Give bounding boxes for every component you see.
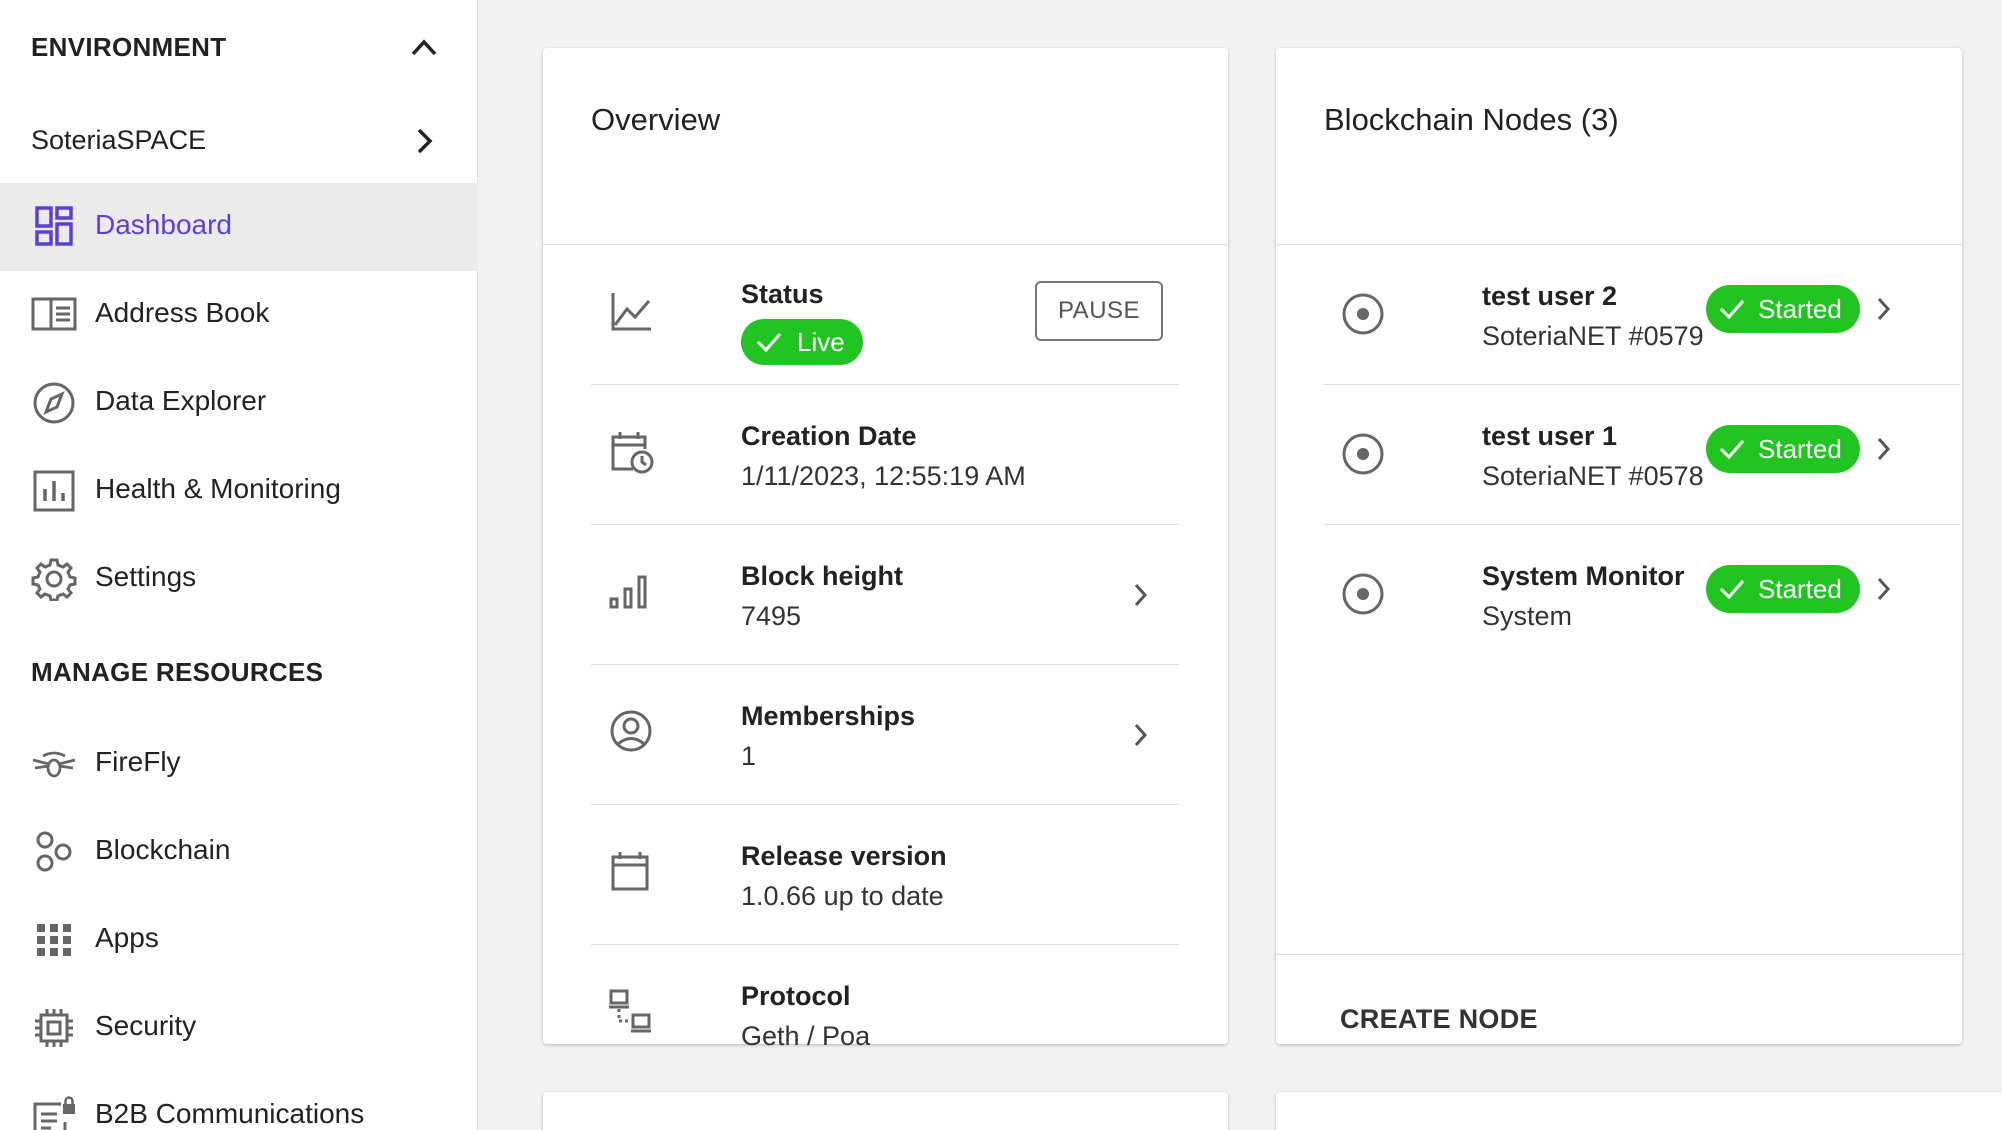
line-chart-icon xyxy=(611,293,651,331)
sidebar-item-settings[interactable]: Settings xyxy=(0,535,478,623)
creation-date-value: 1/11/2023, 12:55:19 AM xyxy=(741,461,1026,491)
calendar-clock-icon xyxy=(611,432,654,474)
node-name: System Monitor xyxy=(1482,561,1685,591)
status-badge-text: Live xyxy=(797,327,845,357)
compass-icon xyxy=(33,382,75,424)
pause-button[interactable]: PAUSE xyxy=(1035,281,1163,341)
check-icon xyxy=(1719,440,1745,460)
calendar-icon xyxy=(611,852,649,891)
sidebar-item-address-book[interactable]: Address Book xyxy=(0,271,478,359)
chevron-right-icon[interactable] xyxy=(1876,295,1892,323)
sidebar-item-health-monitoring[interactable]: Health & Monitoring xyxy=(0,447,478,535)
release-version-row: Release version 1.0.66 up to date xyxy=(591,805,1179,945)
node-network: SoteriaNET #0578 xyxy=(1482,461,1704,491)
user-circle-icon xyxy=(610,710,652,752)
status-badge: Started xyxy=(1706,425,1860,473)
sidebar-item-label: Dashboard xyxy=(95,209,232,240)
chevron-right-icon[interactable] xyxy=(1133,581,1149,609)
environment-name: SoteriaSPACE xyxy=(31,125,207,155)
sidebar-item-label: Address Book xyxy=(95,297,270,328)
status-badge: Started xyxy=(1706,285,1860,333)
memberships-label: Memberships xyxy=(741,701,916,731)
status-badge-text: Started xyxy=(1758,574,1842,604)
sidebar-item-firefly[interactable]: FireFly xyxy=(0,720,478,808)
signal-bars-icon xyxy=(609,575,647,609)
memberships-value: 1 xyxy=(741,741,757,771)
blockchain-nodes-card: Blockchain Nodes (3) test user 2 Soteria… xyxy=(1276,48,1962,1044)
block-height-row[interactable]: Block height 7495 xyxy=(591,525,1179,665)
creation-date-row: Creation Date 1/11/2023, 12:55:19 AM xyxy=(591,385,1179,525)
sidebar-item-label: Settings xyxy=(95,561,197,592)
sidebar-item-label: B2B Communications xyxy=(95,1098,365,1129)
manage-resources-header: MANAGE RESOURCES xyxy=(31,657,324,687)
block-height-label: Block height xyxy=(741,561,904,591)
status-badge-text: Started xyxy=(1758,294,1842,324)
protocol-row: Protocol Geth / Poa xyxy=(591,945,1179,1085)
node-network: SoteriaNET #0579 xyxy=(1482,321,1704,351)
dashboard-icon xyxy=(35,206,73,246)
address-book-icon xyxy=(31,297,77,331)
network-icon xyxy=(609,989,651,1033)
chevron-right-icon xyxy=(417,128,433,154)
sidebar-item-apps[interactable]: Apps xyxy=(0,896,478,984)
release-version-value: 1.0.66 up to date xyxy=(741,881,944,911)
divider xyxy=(1276,954,1962,955)
environment-selector[interactable]: SoteriaSPACE xyxy=(0,103,478,177)
sidebar-item-security[interactable]: Security xyxy=(0,984,478,1072)
status-label: Status xyxy=(741,279,824,309)
protocol-label: Protocol xyxy=(741,981,851,1011)
memberships-row[interactable]: Memberships 1 xyxy=(591,665,1179,805)
status-badge: Live xyxy=(741,319,863,365)
chevron-up-icon[interactable] xyxy=(409,36,439,58)
check-icon xyxy=(1719,580,1745,600)
overview-title: Overview xyxy=(591,102,721,137)
node-network: System xyxy=(1482,601,1573,631)
sidebar-item-label: Apps xyxy=(95,922,159,953)
chevron-right-icon[interactable] xyxy=(1876,575,1892,603)
sidebar-item-label: FireFly xyxy=(95,746,181,777)
overview-card: Overview Status Live PAUSE Creation Date… xyxy=(543,48,1228,1051)
lower-card-left xyxy=(543,1092,1228,1130)
lower-card-right xyxy=(1276,1092,2002,1130)
node-name: test user 2 xyxy=(1482,281,1618,311)
node-item[interactable]: test user 1 SoteriaNET #0578 Started xyxy=(1324,385,1960,525)
status-badge-text: Started xyxy=(1758,434,1842,464)
status-badge: Started xyxy=(1706,565,1860,613)
node-name: test user 1 xyxy=(1482,421,1618,451)
bar-chart-icon xyxy=(33,470,75,512)
radio-node-icon xyxy=(1342,433,1384,475)
locked-document-icon xyxy=(33,1096,75,1130)
chip-icon xyxy=(35,1009,73,1047)
create-node-button[interactable]: CREATE NODE xyxy=(1340,1004,1538,1035)
sidebar-item-dashboard[interactable]: Dashboard xyxy=(0,183,478,271)
hexagons-icon xyxy=(36,831,72,872)
sidebar-item-label: Security xyxy=(95,1010,197,1041)
gear-icon xyxy=(31,558,77,601)
sidebar-item-label: Blockchain xyxy=(95,834,231,865)
sidebar-item-blockchain[interactable]: Blockchain xyxy=(0,808,478,896)
status-row: Status Live PAUSE xyxy=(591,245,1179,385)
block-height-value: 7495 xyxy=(741,601,802,631)
protocol-value: Geth / Poa xyxy=(741,1021,871,1051)
node-item[interactable]: System Monitor System Started xyxy=(1324,525,1960,665)
environment-header: ENVIRONMENT xyxy=(31,32,227,62)
radio-node-icon xyxy=(1342,293,1384,335)
chevron-right-icon[interactable] xyxy=(1133,721,1149,749)
chevron-right-icon[interactable] xyxy=(1876,435,1892,463)
firefly-icon xyxy=(32,751,76,778)
check-icon xyxy=(1719,300,1745,320)
sidebar: ENVIRONMENT SoteriaSPACE Dashboard Addre… xyxy=(0,0,478,1130)
sidebar-item-data-explorer[interactable]: Data Explorer xyxy=(0,359,478,447)
nodes-title: Blockchain Nodes (3) xyxy=(1324,102,1619,137)
release-version-label: Release version xyxy=(741,841,947,871)
sidebar-item-label: Data Explorer xyxy=(95,385,267,416)
sidebar-item-b2b-communications[interactable]: B2B Communications xyxy=(0,1072,478,1130)
node-item[interactable]: test user 2 SoteriaNET #0579 Started xyxy=(1324,245,1960,385)
creation-date-label: Creation Date xyxy=(741,421,917,451)
radio-node-icon xyxy=(1342,573,1384,615)
check-icon xyxy=(756,333,782,353)
sidebar-item-label: Health & Monitoring xyxy=(95,473,341,504)
apps-grid-icon xyxy=(37,924,71,956)
